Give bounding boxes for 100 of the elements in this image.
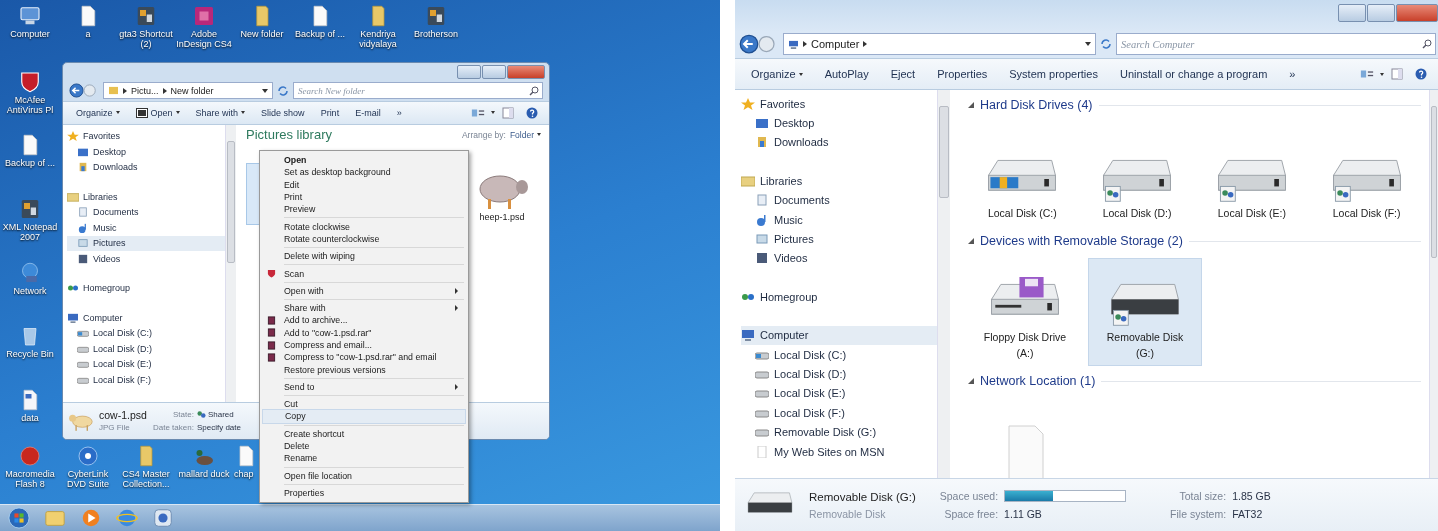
toolbar-button[interactable]: AutoPlay [814, 66, 879, 82]
menu-item[interactable]: Rotate clockwise [262, 220, 466, 233]
maximize-button[interactable] [1367, 4, 1395, 22]
views-icon[interactable] [1360, 68, 1374, 80]
icon-label[interactable]: CyberLink DVD Suite [60, 468, 116, 489]
toolbar-button[interactable]: System properties [999, 66, 1108, 82]
toolbar-button[interactable]: Organize [741, 66, 813, 82]
chevron-icon[interactable] [123, 87, 127, 94]
drive-tile[interactable]: Floppy Disk Drive (A:) [968, 258, 1082, 366]
search-field[interactable]: Search Computer [1116, 33, 1436, 55]
collapse-triangle-icon[interactable] [968, 102, 974, 108]
collapse-triangle-icon[interactable] [968, 378, 974, 384]
menu-item[interactable]: Preview [262, 203, 466, 216]
breadcrumb[interactable]: Computer [811, 38, 860, 50]
maximize-button[interactable] [482, 64, 506, 79]
icon-label[interactable]: Macromedia Flash 8 [2, 468, 58, 489]
menu-item[interactable]: Share with [262, 301, 466, 315]
nav-item[interactable]: Downloads [741, 132, 937, 153]
nav-item[interactable]: Downloads [67, 159, 225, 176]
icon-label[interactable]: chap [234, 468, 254, 479]
menu-item[interactable]: Compress to "cow-1.psd.rar" and email [262, 351, 466, 364]
menu-item[interactable]: Print [262, 190, 466, 204]
menu-item[interactable]: Edit [262, 178, 466, 191]
collapse-triangle-icon[interactable] [968, 238, 974, 244]
toolbar-button[interactable]: Eject [880, 66, 926, 82]
scrollbar[interactable] [1429, 90, 1438, 478]
toolbar-button[interactable]: » [389, 105, 409, 120]
address-bar[interactable]: Pictu... New folder [103, 82, 273, 100]
menu-item[interactable]: Copy [262, 409, 466, 424]
icon-label[interactable]: mallard duck [178, 468, 230, 479]
icon-label[interactable]: New folder [240, 29, 284, 39]
icon-label[interactable]: McAfee AntiVirus Pl [0, 94, 60, 115]
start-button[interactable] [8, 507, 30, 530]
group-heading[interactable]: Hard Disk Drives (4) [980, 98, 1093, 112]
address-bar[interactable]: Computer [783, 33, 1096, 55]
drive-tile[interactable]: Local Disk (F:) [1312, 122, 1421, 226]
nav-item[interactable]: Homegroup [67, 280, 225, 297]
nav-item[interactable]: My Web Sites on MSN [741, 441, 937, 462]
nav-item[interactable]: Documents [741, 190, 937, 210]
drive-tile[interactable]: Local Disk (C:) [968, 122, 1077, 226]
app-tile-icon[interactable] [192, 4, 216, 28]
scrollbar[interactable] [937, 90, 950, 478]
nav-item[interactable]: Libraries [741, 171, 937, 191]
minimize-button[interactable] [457, 64, 481, 79]
toolbar-button[interactable]: E-mail [348, 105, 388, 120]
caret-icon[interactable] [1085, 42, 1091, 46]
toolbar-button[interactable]: Print [313, 105, 347, 120]
icon-label[interactable]: Computer [10, 29, 50, 39]
nav-item[interactable]: Local Disk (E:) [741, 383, 937, 404]
menu-item[interactable]: Open file location [262, 469, 466, 482]
nav-item[interactable]: Local Disk (C:) [67, 325, 225, 342]
nav-item[interactable]: Desktop [67, 144, 225, 160]
nav-item[interactable]: Local Disk (D:) [741, 364, 937, 384]
icon-label[interactable]: Recycle Bin [6, 349, 54, 360]
chevron-icon[interactable] [863, 41, 868, 47]
nav-item[interactable]: Pictures [741, 229, 937, 249]
icon-label[interactable]: data [21, 412, 39, 423]
icon-label[interactable]: Backup of ... [5, 158, 55, 169]
toolbar-button[interactable]: Organize [69, 105, 127, 120]
nav-item[interactable]: Favorites [741, 94, 937, 114]
drive-tile[interactable]: Removable Disk (G:) [1088, 258, 1202, 366]
menu-item[interactable]: Restore previous versions [262, 363, 466, 376]
menu-item[interactable]: Send to [262, 380, 466, 394]
group-heading[interactable]: Devices with Removable Storage (2) [980, 234, 1183, 248]
icon-label[interactable]: a [85, 29, 91, 39]
toolbar-button[interactable]: » [1279, 66, 1306, 82]
nav-item[interactable]: Computer [67, 310, 225, 326]
menu-item[interactable]: Add to "cow-1.psd.rar" [262, 326, 466, 339]
nav-item[interactable]: Videos [67, 251, 225, 267]
icon-label[interactable]: Network [13, 285, 47, 296]
drive-tile[interactable]: Local Disk (D:) [1082, 122, 1192, 226]
nav-item[interactable]: Desktop [741, 113, 937, 133]
nav-item[interactable]: Local Disk (F:) [741, 403, 937, 423]
menu-item[interactable]: Delete [262, 439, 466, 453]
nav-item[interactable]: Videos [741, 248, 937, 269]
icon-label[interactable]: Adobe InDesign CS4 [176, 29, 232, 49]
breadcrumb[interactable]: New folder [170, 85, 214, 96]
field-value[interactable]: Specify date [196, 422, 241, 432]
disc-icon[interactable] [76, 443, 100, 468]
caret-icon[interactable] [1380, 72, 1384, 76]
menu-item[interactable]: Rotate counterclockwise [262, 232, 466, 246]
toolbar-button[interactable]: Slide show [254, 105, 312, 120]
menu-item[interactable]: Rename [262, 452, 466, 465]
menu-item[interactable]: Open with [262, 284, 466, 297]
help-icon[interactable] [1414, 68, 1428, 80]
file-tile[interactable]: heep-1.psd [469, 162, 535, 225]
refresh-icon[interactable] [1100, 38, 1112, 50]
nav-item[interactable]: Music [741, 209, 937, 230]
menu-item[interactable]: Set as desktop background [262, 166, 466, 179]
nav-item[interactable]: Music [67, 220, 225, 236]
caret-icon[interactable] [262, 88, 268, 93]
menu-item[interactable]: Properties [262, 486, 466, 500]
icon-label[interactable]: Backup of ... [295, 29, 345, 39]
nav-item[interactable]: Local Disk (E:) [67, 356, 225, 373]
nav-item[interactable]: Homegroup [741, 287, 937, 307]
toolbar-button[interactable]: Properties [927, 66, 998, 82]
nav-item[interactable]: Documents [67, 204, 225, 221]
icon-label[interactable]: Brotherson [414, 29, 458, 39]
refresh-icon[interactable] [277, 84, 289, 97]
menu-item[interactable]: Scan [262, 267, 466, 280]
